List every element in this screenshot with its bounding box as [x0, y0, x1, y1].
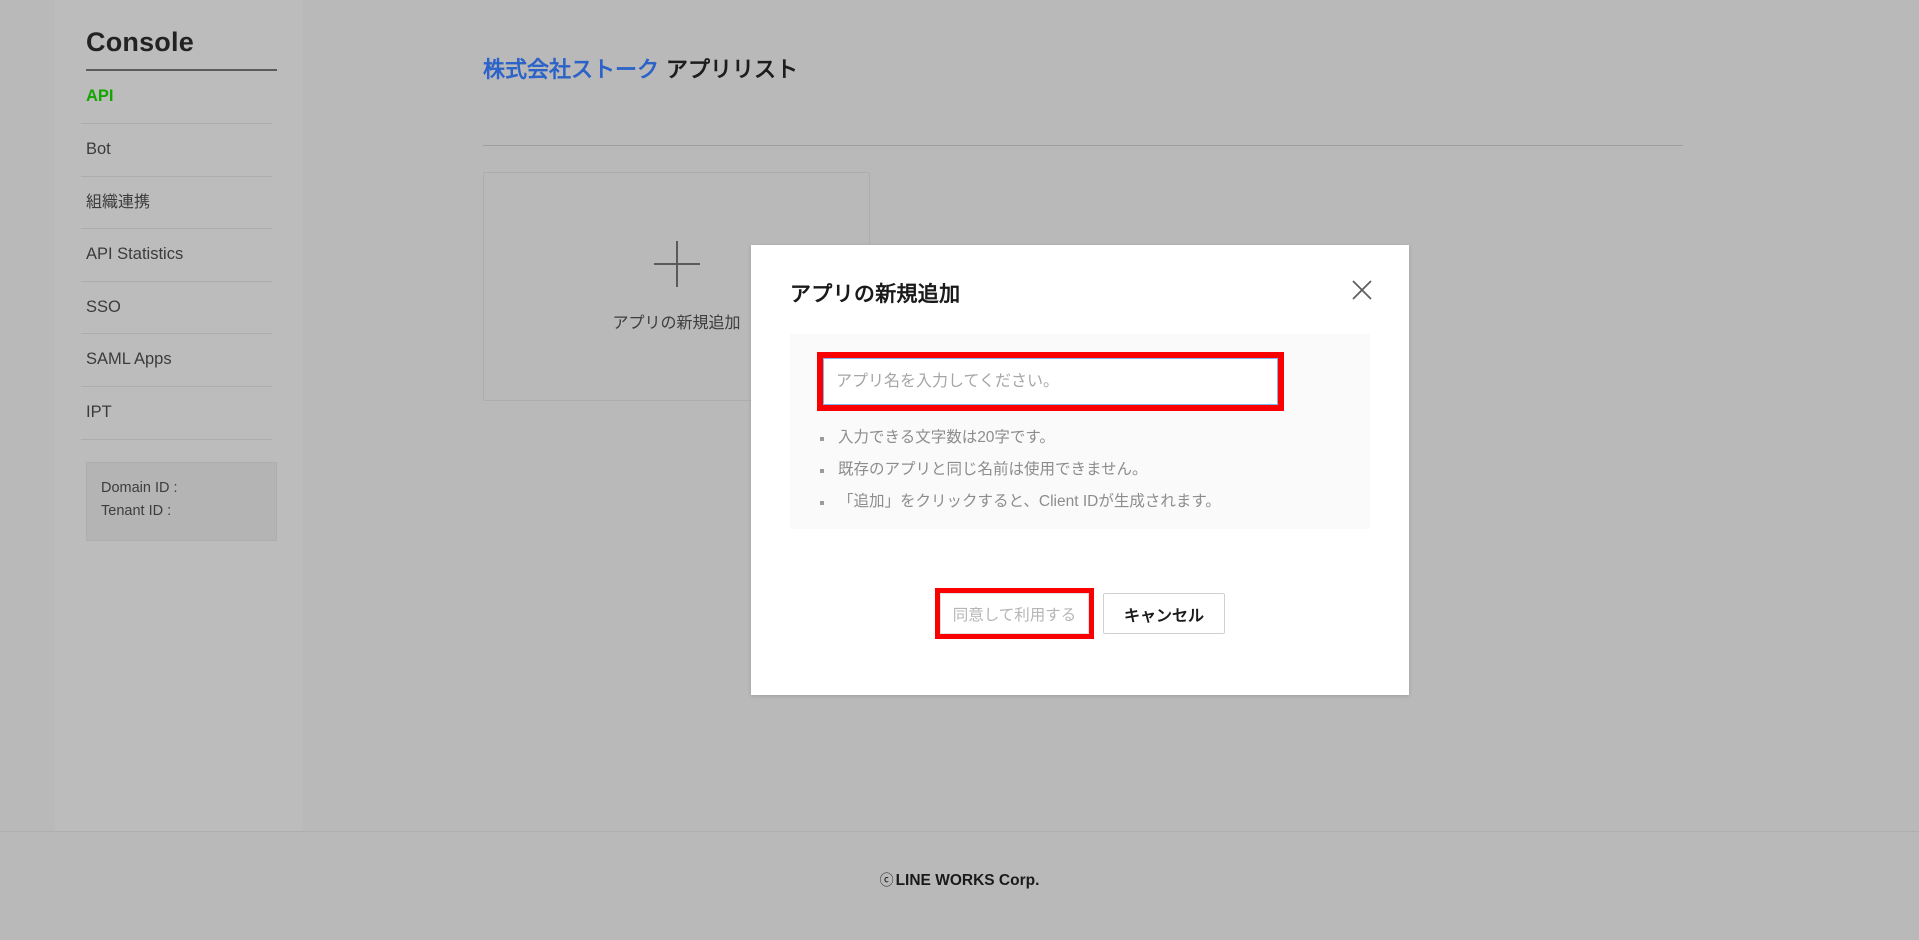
add-app-dialog: アプリの新規追加 入力できる文字数は20字です。 既存のアプリと同じ名前は使用で… — [751, 245, 1409, 695]
sidebar-item-saml-apps[interactable]: SAML Apps — [81, 334, 272, 388]
sidebar-item-ipt[interactable]: IPT — [81, 387, 272, 440]
hint-item: 「追加」をクリックすると、Client IDが生成されます。 — [816, 493, 1221, 510]
tenant-info-box: Domain ID : Tenant ID : — [86, 461, 277, 541]
copyright-icon: ⓒ — [879, 872, 894, 888]
page-title: 株式会社ストーク アプリリスト — [483, 57, 798, 83]
page-title-brand: 株式会社ストーク — [483, 56, 660, 82]
footer-divider — [0, 831, 1919, 832]
sidebar-inner: Console API Bot 組織連携 API Statistics SSO … — [55, 0, 303, 541]
hint-item: 既存のアプリと同じ名前は使用できません。 — [816, 461, 1221, 478]
footer-text: LINE WORKS Corp. — [895, 872, 1040, 889]
cancel-button[interactable]: キャンセル — [1103, 593, 1225, 634]
domain-id-label: Domain ID : — [101, 479, 178, 496]
tenant-id-label: Tenant ID : — [101, 503, 172, 520]
footer: ⓒ LINE WORKS Corp. — [0, 870, 1919, 890]
dialog-header: アプリの新規追加 — [751, 245, 1409, 337]
agree-button[interactable]: 同意して利用する — [940, 593, 1089, 634]
page-root: Console API Bot 組織連携 API Statistics SSO … — [0, 0, 1919, 940]
sidebar-title: Console — [86, 27, 194, 57]
sidebar-item-bot[interactable]: Bot — [81, 124, 272, 177]
hint-list: 入力できる文字数は20字です。 既存のアプリと同じ名前は使用できません。 「追加… — [816, 429, 1221, 525]
add-app-card-label: アプリの新規追加 — [612, 314, 741, 332]
agree-button-annotation: 同意して利用する — [935, 588, 1094, 639]
content-divider — [483, 145, 1683, 146]
dialog-title: アプリの新規追加 — [790, 283, 961, 306]
sidebar-item-api[interactable]: API — [81, 71, 272, 124]
close-icon[interactable] — [1345, 273, 1379, 307]
dialog-body: 入力できる文字数は20字です。 既存のアプリと同じ名前は使用できません。 「追加… — [790, 334, 1370, 529]
sidebar-item-org-link[interactable]: 組織連携 — [81, 177, 272, 229]
hint-item: 入力できる文字数は20字です。 — [816, 429, 1221, 446]
dialog-actions: 同意して利用する キャンセル — [751, 588, 1409, 639]
app-name-input[interactable] — [823, 358, 1278, 405]
sidebar-nav: API Bot 組織連携 API Statistics SSO SAML App… — [81, 71, 277, 440]
sidebar: Console API Bot 組織連携 API Statistics SSO … — [55, 0, 303, 831]
plus-icon — [654, 241, 700, 287]
sidebar-item-sso[interactable]: SSO — [81, 282, 272, 335]
sidebar-item-api-statistics[interactable]: API Statistics — [81, 229, 272, 282]
page-title-sub: アプリリスト — [666, 56, 799, 82]
